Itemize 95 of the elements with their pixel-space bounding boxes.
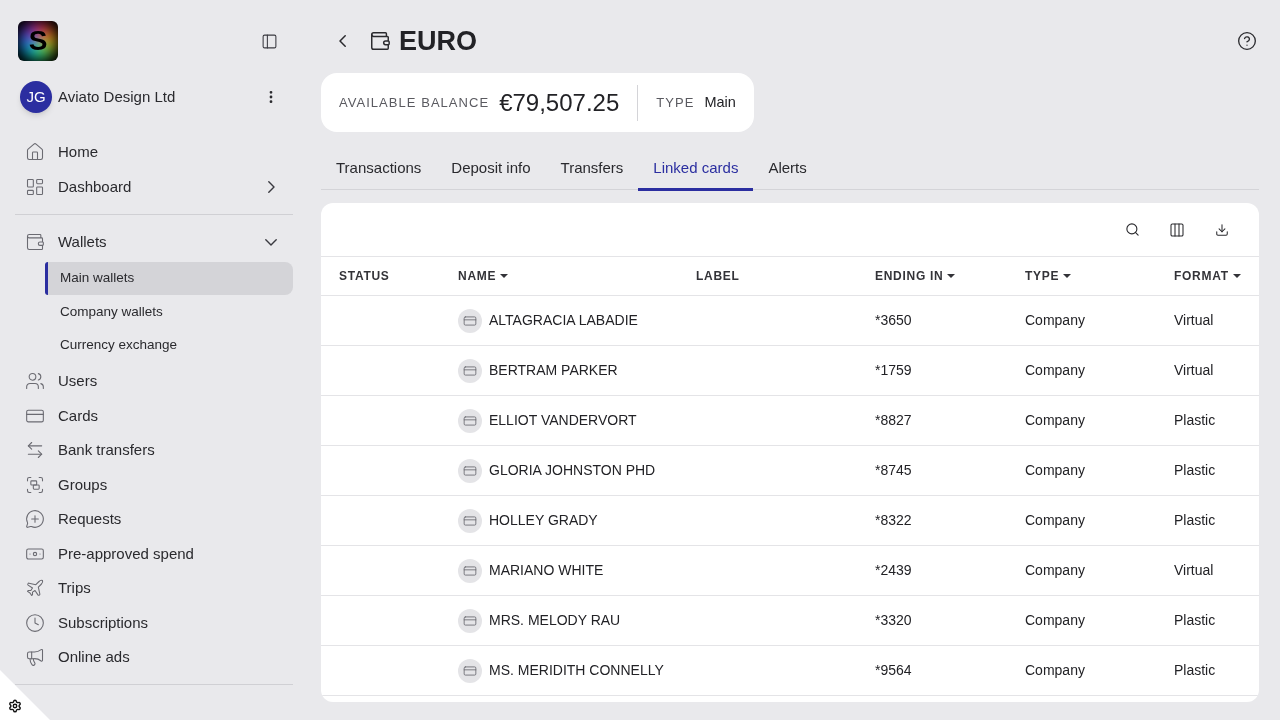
download-icon [1215,222,1229,237]
house-icon [25,142,45,163]
corner-overlay [0,670,50,720]
sidebar-toggle-button[interactable] [259,31,279,51]
table-cell: Company [1025,512,1085,528]
nav-item[interactable]: Home [15,135,293,170]
type-value: Main [704,92,736,112]
chevron-left-icon [338,35,346,47]
tab[interactable]: Transactions [321,145,437,191]
table-cell: *8827 [875,412,912,428]
help-button[interactable] [1236,30,1258,52]
nav-item[interactable]: Trips [15,571,293,606]
nav-item[interactable]: Subscriptions [15,605,293,640]
app-logo: S [18,21,58,61]
table-cell-text: MRS. MELODY RAU [489,611,621,630]
nav-item[interactable]: Groups [15,467,293,502]
dashboard-grid-icon [25,176,45,197]
panel-left-icon [260,32,278,50]
table-cell: Plastic [1174,462,1216,478]
table-cell-text: ALTAGRACIA LABADIE [489,311,638,330]
table-cell: Company [1025,612,1085,628]
nav-item[interactable]: Pre-approved spend [15,536,293,571]
card-icon [458,508,482,533]
column-header[interactable]: TYPE [1025,267,1060,285]
nav-item[interactable]: Bank transfers [15,433,293,468]
table-cell: Virtual [1174,562,1214,578]
tab[interactable]: Linked cards [638,145,754,191]
table-cell: Virtual [1174,362,1214,378]
table-cell: Company [1025,362,1085,378]
tab[interactable]: Transfers [545,145,639,191]
nav-subitem[interactable]: Currency exchange [45,328,293,362]
table-cell-text: HOLLEY GRADY [489,511,598,530]
nav-subitem[interactable]: Main wallets [45,261,293,295]
table-cell: *2439 [875,562,912,578]
balance-label: AVAILABLE BALANCE [339,93,490,112]
tab[interactable]: Alerts [753,145,822,191]
two-arrows-icon [25,440,45,461]
avatar: JG [20,81,52,113]
table-cell: Plastic [1174,662,1216,678]
table-cell-text: MS. MERIDITH CONNELLY [489,661,664,680]
column-header[interactable]: ENDING IN [875,267,944,285]
card-icon [458,558,482,583]
table-cell-text: MARIANO WHITE [489,561,604,580]
table-cell: *9564 [875,662,912,678]
clock-icon [25,612,45,633]
balance-amount: €79,507.25 [499,87,620,118]
nav-item[interactable]: Users [15,364,293,399]
tab[interactable]: Deposit info [436,145,546,191]
table-cell: Company [1025,312,1085,328]
page-title: EURO [399,24,477,58]
table-cell: *8745 [875,462,912,478]
column-header[interactable]: FORMAT [1174,267,1229,285]
settings-icon[interactable] [8,699,22,713]
card-icon [458,308,482,333]
nav-subitem[interactable]: Company wallets [45,295,293,329]
table-cell: Company [1025,462,1085,478]
table-cell: *3650 [875,312,912,328]
card-icon [458,608,482,633]
table-cell: *8322 [875,512,912,528]
table-cell-text: BERTRAM PARKER [489,361,618,380]
table-cell: Company [1025,662,1085,678]
table-cell: Plastic [1174,512,1216,528]
nav-item[interactable]: Wallets [15,225,293,260]
table-cell: *3320 [875,612,912,628]
card-icon [458,408,482,433]
nav-item[interactable]: Dashboard [15,169,293,204]
columns-icon [1169,221,1185,238]
plane-icon [25,578,45,599]
search-icon [1124,222,1140,237]
nav-item[interactable]: Online ads [15,640,293,675]
card-icon [458,358,482,383]
chat-bubble-plus-icon [25,509,45,530]
card-icon [458,458,482,483]
card-icon [458,658,482,683]
frame-icon [25,474,45,495]
help-icon [1237,31,1257,51]
wallet-icon [369,30,391,52]
table-cell: Plastic [1174,612,1216,628]
table-cell-text: ELLIOT VANDERVORT [489,411,637,430]
table-cell: *1759 [875,362,912,378]
table-cell: Virtual [1174,312,1214,328]
column-header[interactable]: NAME [458,267,497,285]
users-icon [25,371,45,392]
table-cell-text: GLORIA JOHNSTON PHD [489,461,656,480]
megaphone-icon [25,647,45,668]
nav-item[interactable]: Cards [15,398,293,433]
table-cell: Plastic [1174,412,1216,428]
nav-item[interactable]: Requests [15,502,293,537]
type-label: TYPE [656,93,695,112]
table-cell: Company [1025,412,1085,428]
table-cell: Company [1025,562,1085,578]
wallet-icon [25,232,45,253]
account-name: Aviato Design Ltd [58,86,177,107]
column-header: LABEL [696,268,740,285]
column-header: STATUS [339,268,390,285]
